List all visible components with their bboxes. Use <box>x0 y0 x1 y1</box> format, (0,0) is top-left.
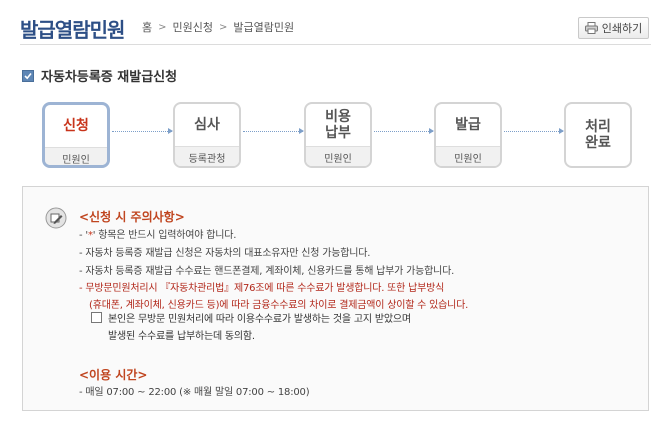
notice-line-fee-warning: (휴대폰, 계좌이체, 신용카드 등)에 따라 금융수수료의 차이로 결제금액이… <box>89 300 469 311</box>
printer-icon <box>584 22 598 34</box>
step-name: 발급 <box>455 117 481 133</box>
step-issue: 발급 민원인 <box>434 102 502 168</box>
step-actor: 등록관청 <box>175 146 239 166</box>
print-button[interactable]: 인쇄하기 <box>578 17 649 39</box>
step-complete: 처리 완료 <box>564 102 632 168</box>
hours-line: - 매일 07:00 ~ 22:00 (※ 매월 말일 07:00 ~ 18:0… <box>79 387 310 398</box>
step-name: 처리 완료 <box>585 119 611 151</box>
arrow-right-icon <box>243 128 304 137</box>
page-title: 발급열람민원 <box>20 18 125 42</box>
title-divider <box>20 44 651 45</box>
breadcrumb: 홈 > 민원신청 > 발급열람민원 <box>142 19 294 35</box>
breadcrumb-current: 발급열람민원 <box>233 21 295 34</box>
memo-pencil-icon <box>45 207 67 229</box>
section-title: 자동차등록증 재발급신청 <box>22 66 177 85</box>
step-actor: 민원인 <box>45 147 107 165</box>
agree-checkbox[interactable] <box>91 312 102 323</box>
step-name: 심사 <box>194 117 220 133</box>
agree-text: 본인은 무방문 민원처리에 따라 이용수수료가 발생하는 것을 고지 받았으며 … <box>108 314 411 342</box>
notice-box: <신청 시 주의사항> - '*' 항목은 반드시 입력하여야 합니다. - 자… <box>22 186 649 411</box>
print-label: 인쇄하기 <box>601 22 643 35</box>
step-apply: 신청 민원인 <box>42 102 110 168</box>
caution-title: <신청 시 주의사항> <box>79 210 185 224</box>
step-actor: 민원인 <box>306 146 370 166</box>
breadcrumb-apply[interactable]: 민원신청 <box>173 19 213 35</box>
step-payment: 비용 납부 민원인 <box>304 102 372 168</box>
breadcrumb-home[interactable]: 홈 <box>142 19 152 35</box>
chevron-right-icon: > <box>219 21 228 33</box>
step-name: 신청 <box>63 118 89 134</box>
arrow-right-icon <box>374 128 434 137</box>
notice-line-fee-warning: - 무방문민원처리시 『자동차관리법』제76조에 따른 수수료가 발생합니다. … <box>79 283 445 294</box>
hours-title: <이용 시간> <box>79 368 148 382</box>
notice-line-required: - '*' 항목은 반드시 입력하여야 합니다. <box>79 230 237 241</box>
chevron-right-icon: > <box>158 21 167 33</box>
step-actor: 민원인 <box>436 146 500 166</box>
step-name: 비용 납부 <box>325 109 351 141</box>
fee-agreement: 본인은 무방문 민원처리에 따라 이용수수료가 발생하는 것을 고지 받았으며 … <box>91 311 411 345</box>
arrow-right-icon <box>504 128 564 137</box>
section-title-text: 자동차등록증 재발급신청 <box>41 70 178 85</box>
notice-line: - 자동차 등록증 재발급 신청은 자동차의 대표소유자만 신청 가능합니다. <box>79 248 371 259</box>
notice-line: - 자동차 등록증 재발급 수수료는 핸드폰결제, 계좌이체, 신용카드를 통해… <box>79 266 455 277</box>
checkbox-bullet-icon <box>22 69 34 82</box>
step-review: 심사 등록관청 <box>173 102 241 168</box>
arrow-right-icon <box>112 128 173 137</box>
